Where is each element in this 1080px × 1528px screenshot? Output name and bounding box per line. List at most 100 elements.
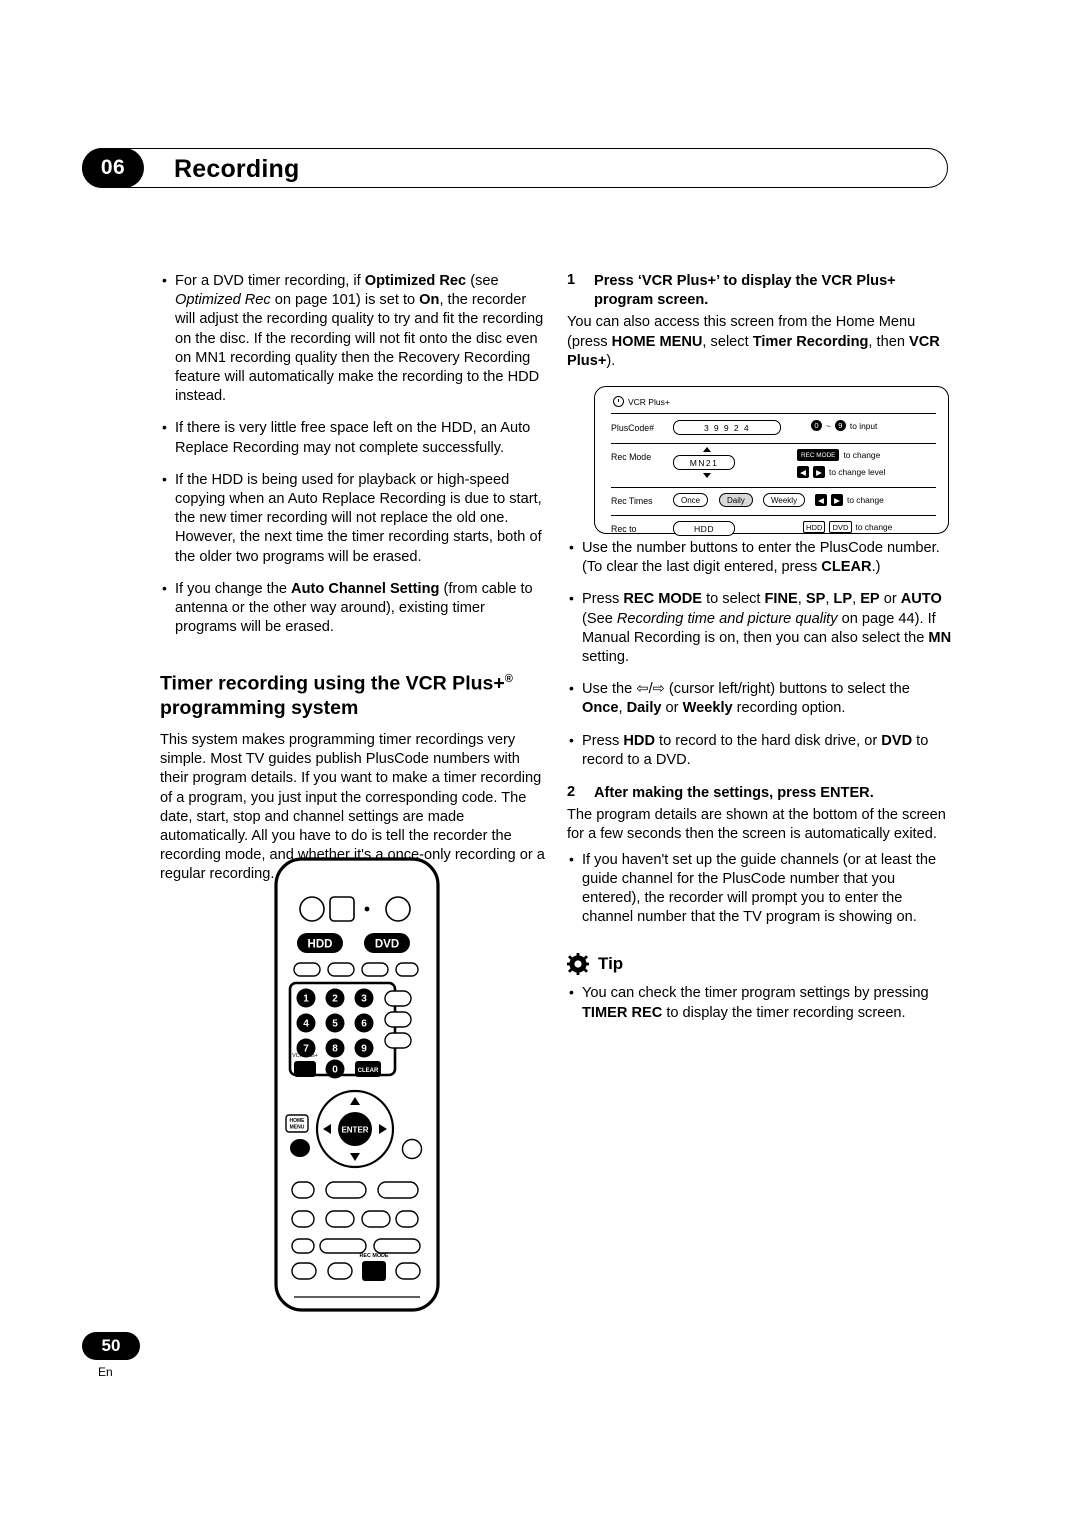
section-heading-line2: programming system xyxy=(160,696,359,719)
step-1: 1 Press ‘VCR Plus+’ to display the VCR P… xyxy=(567,272,952,310)
remote-enter-label: ENTER xyxy=(341,1126,368,1135)
osd-row-rectimes: Rec Times Once Daily Weekly ◀ ▶ to chang… xyxy=(611,493,936,511)
vcr-plus-osd-figure: VCR Plus+ PlusCode# 3 9 9 2 4 0 ~ 9 to i… xyxy=(594,386,949,536)
rec-mode-key-icon: REC MODE xyxy=(797,449,840,461)
list-item: If you haven't set up the guide channels… xyxy=(567,850,952,928)
osd-hint-text: to change xyxy=(847,495,884,505)
key-9-icon: 9 xyxy=(834,420,846,431)
osd-hint-rectimes: ◀ ▶ to change xyxy=(815,494,884,506)
list-item: Press HDD to record to the hard disk dri… xyxy=(567,731,952,770)
right-bullet-list-1: Use the number buttons to enter the Plus… xyxy=(567,538,952,770)
arrow-left-key-icon: ◀ xyxy=(797,466,809,478)
remote-vcrplus-label: VCR Plus+ xyxy=(292,1053,318,1059)
hdd-key-icon: HDD xyxy=(803,521,826,533)
bullet-text-2: If there is very little free space left … xyxy=(175,420,531,456)
page-title: Recording xyxy=(174,155,300,183)
osd-label-recto: Rec to xyxy=(611,524,637,534)
osd-row-recmode: Rec Mode MN21 REC MODE to change ◀ ▶ to … xyxy=(611,447,936,483)
osd-field-pluscode[interactable]: 3 9 9 2 4 xyxy=(673,420,781,435)
key-0-icon: 0 xyxy=(811,420,822,431)
svg-text:0: 0 xyxy=(332,1065,338,1076)
list-item: You can check the timer program settings… xyxy=(567,983,952,1022)
bullet-text: Press REC MODE to select FINE, SP, LP, E… xyxy=(582,591,952,666)
bullet-text-3: If the HDD is being used for playback or… xyxy=(175,471,542,565)
tip-label: Tip xyxy=(598,954,624,974)
svg-text:8: 8 xyxy=(332,1044,338,1055)
remote-hdd-label: HDD xyxy=(308,939,333,951)
osd-hint-recmode-1: REC MODE to change xyxy=(797,449,880,461)
bullet-text-1: For a DVD timer recording, if Optimized … xyxy=(175,273,544,405)
osd-divider xyxy=(611,413,936,414)
left-bullet-list: For a DVD timer recording, if Optimized … xyxy=(160,271,545,638)
left-column: For a DVD timer recording, if Optimized … xyxy=(160,271,545,885)
right-bullet-list-2: If you haven't set up the guide channels… xyxy=(567,850,952,928)
page-footer: 50 En xyxy=(82,1332,162,1379)
osd-hint-text: to change xyxy=(843,450,881,460)
document-page: 06 Recording For a DVD timer recording, … xyxy=(0,0,1080,1528)
bullet-text: Use the ⇦/⇨ (cursor left/right) buttons … xyxy=(582,681,910,717)
arrow-up-icon xyxy=(703,447,711,452)
remote-clear-label: CLEAR xyxy=(358,1068,379,1074)
list-item: If you change the Auto Channel Setting (… xyxy=(160,579,545,638)
osd-hint-text: to change level xyxy=(829,467,886,477)
osd-hint-text: to change xyxy=(855,522,893,532)
remote-control-illustration: HDD DVD 1 2 3 4 5 6 7 8 9 0 VCR Plus+ CL… xyxy=(272,857,442,1312)
svg-text:4: 4 xyxy=(303,1019,309,1030)
bullet-text: You can check the timer program settings… xyxy=(582,985,929,1021)
list-item: Use the ⇦/⇨ (cursor left/right) buttons … xyxy=(567,679,952,718)
osd-title: VCR Plus+ xyxy=(613,396,670,407)
svg-text:1: 1 xyxy=(303,994,309,1005)
osd-field-recto[interactable]: HDD xyxy=(673,521,735,536)
osd-label-recmode: Rec Mode xyxy=(611,452,652,462)
chapter-number-badge: 06 xyxy=(82,148,144,188)
tip-bullet-list: You can check the timer program settings… xyxy=(567,983,952,1022)
remote-home-label: HOME xyxy=(290,1118,306,1124)
remote-dvd-label: DVD xyxy=(375,939,399,951)
language-code: En xyxy=(98,1365,113,1379)
bullet-text: Press HDD to record to the hard disk dri… xyxy=(582,732,929,768)
svg-text:3: 3 xyxy=(361,994,367,1005)
osd-hint-text: to input xyxy=(849,420,878,431)
option-daily[interactable]: Daily xyxy=(719,493,753,507)
option-weekly[interactable]: Weekly xyxy=(763,493,806,507)
osd-hint-recto: HDD DVD to change xyxy=(803,521,892,533)
tip-header: Tip xyxy=(567,953,952,976)
osd-label-pluscode: PlusCode# xyxy=(611,423,655,433)
list-item: Use the number buttons to enter the Plus… xyxy=(567,538,952,577)
osd-hint-pluscode: 0 ~ 9 to input xyxy=(811,420,877,431)
osd-label-rectimes: Rec Times xyxy=(611,496,653,506)
svg-text:5: 5 xyxy=(332,1019,338,1030)
clock-icon xyxy=(613,396,624,407)
option-once[interactable]: Once xyxy=(673,493,709,507)
svg-text:2: 2 xyxy=(332,994,338,1005)
osd-row-pluscode: PlusCode# 3 9 9 2 4 0 ~ 9 to input xyxy=(611,420,936,438)
bullet-text: Use the number buttons to enter the Plus… xyxy=(582,540,940,576)
list-item: If the HDD is being used for playback or… xyxy=(160,470,545,567)
bullet-text: If you haven't set up the guide channels… xyxy=(582,851,937,926)
page-number-badge: 50 xyxy=(82,1332,140,1360)
osd-title-text: VCR Plus+ xyxy=(628,396,670,407)
osd-divider-3 xyxy=(611,487,936,488)
remote-recmode-label: REC MODE xyxy=(359,1253,388,1259)
step-2-number: 2 xyxy=(567,784,576,801)
page-header: 06 Recording xyxy=(82,148,948,188)
svg-text:9: 9 xyxy=(361,1044,367,1055)
arrow-right-key-icon: ▶ xyxy=(831,494,843,506)
osd-divider-4 xyxy=(611,515,936,516)
list-item: Press REC MODE to select FINE, SP, LP, E… xyxy=(567,589,952,667)
osd-row-recto: Rec to HDD HDD DVD to change xyxy=(611,521,936,539)
step-2-heading: After making the settings, press ENTER. xyxy=(594,785,874,802)
osd-hint-recmode-2: ◀ ▶ to change level xyxy=(797,466,885,478)
arrow-right-key-icon: ▶ xyxy=(813,466,825,478)
list-item: If there is very little free space left … xyxy=(160,418,545,457)
osd-field-recmode[interactable]: MN21 xyxy=(673,455,735,470)
step-1-body: You can also access this screen from the… xyxy=(567,314,940,369)
arrow-left-key-icon: ◀ xyxy=(815,494,827,506)
tilde: ~ xyxy=(826,420,831,431)
list-item: For a DVD timer recording, if Optimized … xyxy=(160,271,545,406)
step-2-body: The program details are shown at the bot… xyxy=(567,807,946,843)
section-heading-line1: Timer recording using the VCR Plus+ xyxy=(160,672,505,695)
dvd-key-icon: DVD xyxy=(829,521,852,533)
step-2: 2 After making the settings, press ENTER… xyxy=(567,784,952,803)
bullet-text-4: If you change the Auto Channel Setting (… xyxy=(175,580,533,636)
